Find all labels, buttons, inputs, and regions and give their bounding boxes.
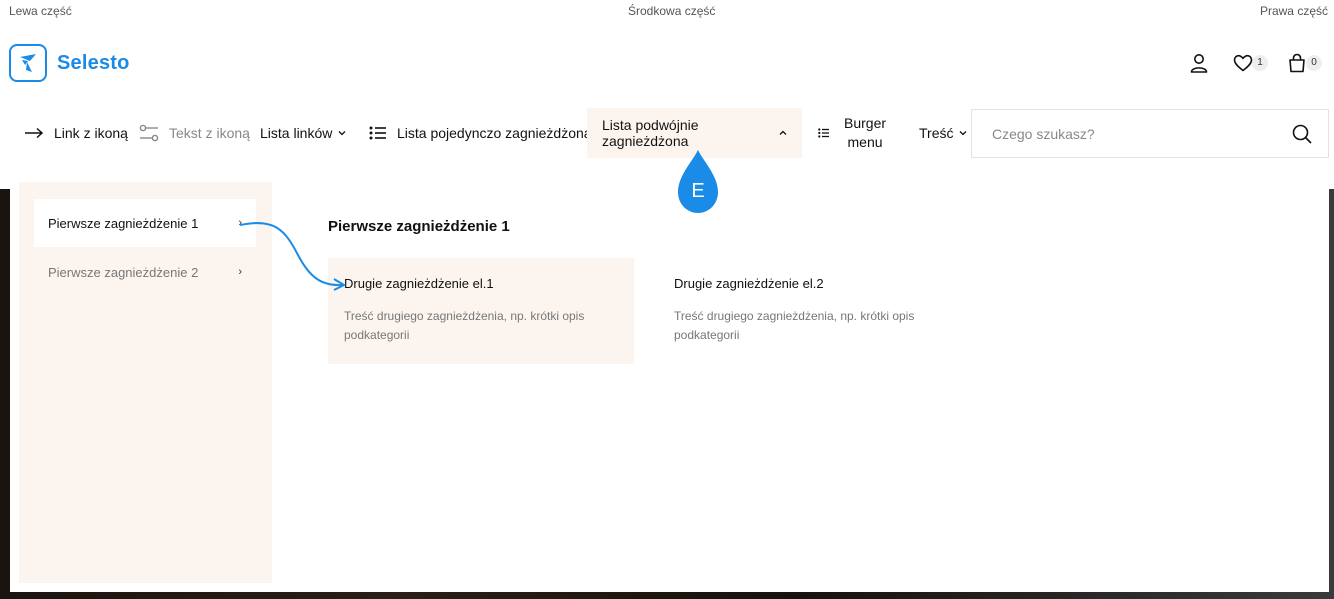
chevron-down-icon [338,128,346,139]
nav-burger-menu[interactable]: Burger menu [818,108,886,158]
annotation-arrow [239,222,347,291]
search-bar [971,109,1329,158]
wishlist-button[interactable]: 1 [1232,52,1268,74]
mega-menu-panel: Pierwsze zagnieżdżenie 1 › Pierwsze zagn… [10,168,1329,592]
chevron-down-icon [959,128,967,139]
arrow-right-icon [24,127,44,139]
annotation-marker: E [677,150,719,214]
submenu-card-1[interactable]: Drugie zagnieżdżenie el.1 Treść drugiego… [328,258,634,364]
wishlist-count-badge: 1 [1252,55,1268,71]
top-bar-right: Prawa część [1259,4,1328,18]
submenu-card-title: Drugie zagnieżdżenie el.1 [344,276,494,291]
cart-button[interactable]: 0 [1286,52,1322,74]
sidebar-item-first-nesting-2[interactable]: Pierwsze zagnieżdżenie 2 › [34,248,256,296]
shopping-bag-icon [1289,53,1305,73]
nav-link-list-label: Lista linków [260,125,333,141]
sidebar-item-label: Pierwsze zagnieżdżenie 1 [48,215,199,231]
nav-single-nested-list[interactable]: Lista pojedynczo zagnieżdżona [369,108,592,158]
nav-single-nested-list-label: Lista pojedynczo zagnieżdżona [397,125,592,141]
logo-icon [9,44,47,82]
nav-text-with-icon-label: Tekst z ikoną [169,125,250,141]
nav-link-list[interactable]: Lista linków [260,108,346,158]
burger-list-icon [818,128,830,138]
header-actions: 1 0 [1188,52,1322,74]
top-bar-left: Lewa część [9,4,72,18]
logo-text: Selesto [57,51,130,74]
top-bar: Lewa część Środkowa część Prawa część [0,0,1334,22]
submenu-card-description: Treść drugiego zagnieżdżenia, np. krótki… [674,309,915,342]
annotation-marker-letter: E [691,180,704,202]
submenu-card-title: Drugie zagnieżdżenie el.2 [674,276,824,291]
submenu-title: Pierwsze zagnieżdżenie 1 [328,218,510,235]
top-bar-center: Środkowa część [628,4,716,18]
heart-icon [1233,54,1253,72]
sidebar-item-first-nesting-1[interactable]: Pierwsze zagnieżdżenie 1 › [34,199,256,247]
cart-count-badge: 0 [1306,55,1322,71]
sidebar-item-label: Pierwsze zagnieżdżenie 2 [48,264,199,280]
user-icon [1190,54,1208,73]
search-button[interactable] [1276,110,1328,157]
nav-burger-menu-label: Burger menu [844,115,887,150]
header: Selesto 1 0 [0,36,1334,92]
submenu-card-description: Treść drugiego zagnieżdżenia, np. krótki… [344,309,585,342]
nav-content[interactable]: Treść [919,108,967,158]
nav-content-label: Treść [919,125,954,141]
logo[interactable]: Selesto [9,44,130,82]
submenu-card-2[interactable]: Drugie zagnieżdżenie el.2 Treść drugiego… [658,258,964,364]
search-input[interactable] [972,110,1276,157]
nav-link-with-icon[interactable]: Link z ikoną [24,108,128,158]
account-button[interactable] [1188,52,1210,74]
nav-link-with-icon-label: Link z ikoną [54,125,128,141]
sliders-icon [139,124,159,142]
chevron-up-icon [779,128,787,139]
search-icon [1292,124,1312,144]
nav-double-nested-list-label: Lista podwójnie zagnieżdżona [602,117,699,149]
list-icon [369,126,387,140]
nav-text-with-icon: Tekst z ikoną [139,108,250,158]
